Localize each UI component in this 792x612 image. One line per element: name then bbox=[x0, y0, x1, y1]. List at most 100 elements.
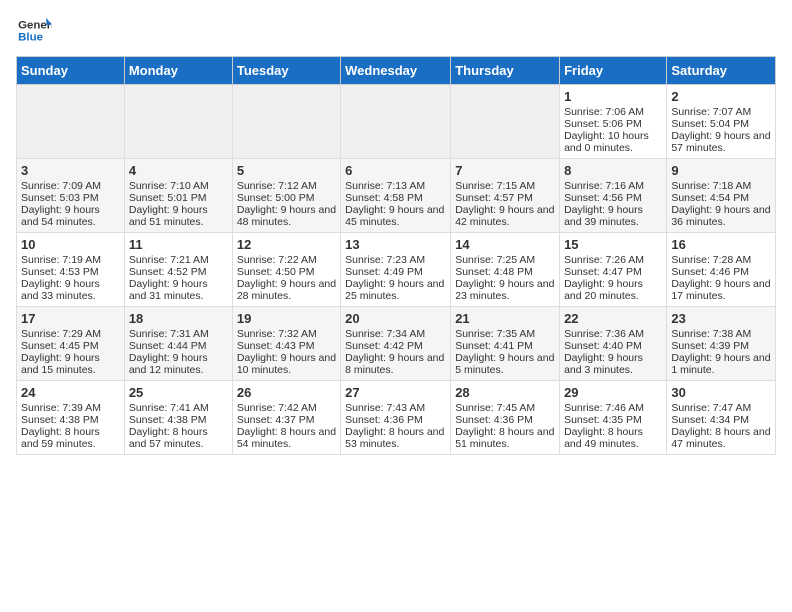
sunset-text: Sunset: 4:52 PM bbox=[129, 266, 207, 278]
sunrise-text: Sunrise: 7:35 AM bbox=[455, 328, 535, 340]
daylight-text: Daylight: 9 hours and 25 minutes. bbox=[345, 278, 444, 302]
sunrise-text: Sunrise: 7:45 AM bbox=[455, 402, 535, 414]
sunrise-text: Sunrise: 7:46 AM bbox=[564, 402, 644, 414]
calendar-cell: 10Sunrise: 7:19 AMSunset: 4:53 PMDayligh… bbox=[17, 233, 125, 307]
day-number: 22 bbox=[564, 311, 662, 326]
sunset-text: Sunset: 4:48 PM bbox=[455, 266, 533, 278]
daylight-text: Daylight: 8 hours and 49 minutes. bbox=[564, 426, 643, 450]
calendar-cell: 13Sunrise: 7:23 AMSunset: 4:49 PMDayligh… bbox=[341, 233, 451, 307]
calendar-cell: 16Sunrise: 7:28 AMSunset: 4:46 PMDayligh… bbox=[667, 233, 776, 307]
weekday-header: Friday bbox=[560, 57, 667, 85]
sunset-text: Sunset: 5:06 PM bbox=[564, 118, 642, 130]
daylight-text: Daylight: 8 hours and 53 minutes. bbox=[345, 426, 444, 450]
daylight-text: Daylight: 9 hours and 45 minutes. bbox=[345, 204, 444, 228]
sunrise-text: Sunrise: 7:32 AM bbox=[237, 328, 317, 340]
calendar-cell bbox=[232, 85, 340, 159]
calendar-row: 24Sunrise: 7:39 AMSunset: 4:38 PMDayligh… bbox=[17, 381, 776, 455]
page-header: General Blue bbox=[16, 16, 776, 46]
sunset-text: Sunset: 4:56 PM bbox=[564, 192, 642, 204]
calendar-row: 1Sunrise: 7:06 AMSunset: 5:06 PMDaylight… bbox=[17, 85, 776, 159]
day-number: 23 bbox=[671, 311, 771, 326]
sunset-text: Sunset: 4:49 PM bbox=[345, 266, 423, 278]
sunset-text: Sunset: 4:35 PM bbox=[564, 414, 642, 426]
sunset-text: Sunset: 4:47 PM bbox=[564, 266, 642, 278]
day-number: 16 bbox=[671, 237, 771, 252]
day-number: 9 bbox=[671, 163, 771, 178]
calendar-cell: 26Sunrise: 7:42 AMSunset: 4:37 PMDayligh… bbox=[232, 381, 340, 455]
sunrise-text: Sunrise: 7:29 AM bbox=[21, 328, 101, 340]
daylight-text: Daylight: 9 hours and 36 minutes. bbox=[671, 204, 770, 228]
sunset-text: Sunset: 4:40 PM bbox=[564, 340, 642, 352]
calendar-cell bbox=[341, 85, 451, 159]
day-number: 13 bbox=[345, 237, 446, 252]
daylight-text: Daylight: 9 hours and 15 minutes. bbox=[21, 352, 100, 376]
sunset-text: Sunset: 4:45 PM bbox=[21, 340, 99, 352]
day-number: 7 bbox=[455, 163, 555, 178]
calendar-cell: 25Sunrise: 7:41 AMSunset: 4:38 PMDayligh… bbox=[124, 381, 232, 455]
daylight-text: Daylight: 9 hours and 10 minutes. bbox=[237, 352, 336, 376]
calendar-cell: 17 Sunrise: 7:29 AMSunset: 4:45 PMDayligh… bbox=[17, 307, 125, 381]
calendar-cell: 2Sunrise: 7:07 AMSunset: 5:04 PMDaylight… bbox=[667, 85, 776, 159]
day-number: 18 bbox=[129, 311, 228, 326]
calendar-cell: 4Sunrise: 7:10 AMSunset: 5:01 PMDaylight… bbox=[124, 159, 232, 233]
sunset-text: Sunset: 4:36 PM bbox=[345, 414, 423, 426]
sunrise-text: Sunrise: 7:26 AM bbox=[564, 254, 644, 266]
daylight-text: Daylight: 9 hours and 51 minutes. bbox=[129, 204, 208, 228]
sunrise-text: Sunrise: 7:22 AM bbox=[237, 254, 317, 266]
sunset-text: Sunset: 4:53 PM bbox=[21, 266, 99, 278]
sunrise-text: Sunrise: 7:43 AM bbox=[345, 402, 425, 414]
weekday-header: Tuesday bbox=[232, 57, 340, 85]
sunset-text: Sunset: 4:44 PM bbox=[129, 340, 207, 352]
day-number: 14 bbox=[455, 237, 555, 252]
weekday-header: Sunday bbox=[17, 57, 125, 85]
day-number: 12 bbox=[237, 237, 336, 252]
day-number: 10 bbox=[21, 237, 120, 252]
daylight-text: Daylight: 9 hours and 23 minutes. bbox=[455, 278, 554, 302]
weekday-header: Saturday bbox=[667, 57, 776, 85]
sunset-text: Sunset: 5:03 PM bbox=[21, 192, 99, 204]
sunset-text: Sunset: 5:01 PM bbox=[129, 192, 207, 204]
calendar-cell: 14 Sunrise: 7:25 AMSunset: 4:48 PMDayligh… bbox=[451, 233, 560, 307]
daylight-text: Daylight: 9 hours and 28 minutes. bbox=[237, 278, 336, 302]
sunrise-text: Sunrise: 7:06 AM bbox=[564, 106, 644, 118]
sunrise-text: Sunrise: 7:18 AM bbox=[671, 180, 751, 192]
day-number: 28 bbox=[455, 385, 555, 400]
sunrise-text: Sunrise: 7:12 AM bbox=[237, 180, 317, 192]
calendar-cell: 19 Sunrise: 7:32 AMSunset: 4:43 PMDayligh… bbox=[232, 307, 340, 381]
day-number: 20 bbox=[345, 311, 446, 326]
daylight-text: Daylight: 10 hours and 0 minutes. bbox=[564, 130, 649, 154]
calendar-row: 17Sunrise: 7:29 AMSunset: 4:45 PMDayligh… bbox=[17, 307, 776, 381]
daylight-text: Daylight: 8 hours and 54 minutes. bbox=[237, 426, 336, 450]
sunrise-text: Sunrise: 7:09 AM bbox=[21, 180, 101, 192]
svg-text:Blue: Blue bbox=[18, 32, 43, 44]
day-number: 2 bbox=[671, 89, 771, 104]
calendar-row: 3Sunrise: 7:09 AMSunset: 5:03 PMDaylight… bbox=[17, 159, 776, 233]
sunrise-text: Sunrise: 7:31 AM bbox=[129, 328, 209, 340]
day-number: 17 bbox=[21, 311, 120, 326]
logo-icon: General Blue bbox=[16, 16, 52, 46]
weekday-header: Wednesday bbox=[341, 57, 451, 85]
day-number: 19 bbox=[237, 311, 336, 326]
calendar-cell: 3Sunrise: 7:09 AMSunset: 5:03 PMDaylight… bbox=[17, 159, 125, 233]
day-number: 6 bbox=[345, 163, 446, 178]
calendar-cell bbox=[17, 85, 125, 159]
sunset-text: Sunset: 4:39 PM bbox=[671, 340, 749, 352]
sunset-text: Sunset: 4:36 PM bbox=[455, 414, 533, 426]
day-number: 26 bbox=[237, 385, 336, 400]
sunrise-text: Sunrise: 7:41 AM bbox=[129, 402, 209, 414]
day-number: 5 bbox=[237, 163, 336, 178]
calendar-cell: 27Sunrise: 7:43 AMSunset: 4:36 PMDayligh… bbox=[341, 381, 451, 455]
sunrise-text: Sunrise: 7:19 AM bbox=[21, 254, 101, 266]
sunrise-text: Sunrise: 7:07 AM bbox=[671, 106, 751, 118]
sunset-text: Sunset: 4:38 PM bbox=[129, 414, 207, 426]
daylight-text: Daylight: 9 hours and 8 minutes. bbox=[345, 352, 444, 376]
sunset-text: Sunset: 4:46 PM bbox=[671, 266, 749, 278]
sunset-text: Sunset: 4:43 PM bbox=[237, 340, 315, 352]
calendar-cell: 23Sunrise: 7:38 AMSunset: 4:39 PMDayligh… bbox=[667, 307, 776, 381]
sunrise-text: Sunrise: 7:39 AM bbox=[21, 402, 101, 414]
logo: General Blue bbox=[16, 16, 52, 46]
sunset-text: Sunset: 4:58 PM bbox=[345, 192, 423, 204]
calendar-cell: 21Sunrise: 7:35 AMSunset: 4:41 PMDayligh… bbox=[451, 307, 560, 381]
sunrise-text: Sunrise: 7:25 AM bbox=[455, 254, 535, 266]
calendar-cell bbox=[451, 85, 560, 159]
